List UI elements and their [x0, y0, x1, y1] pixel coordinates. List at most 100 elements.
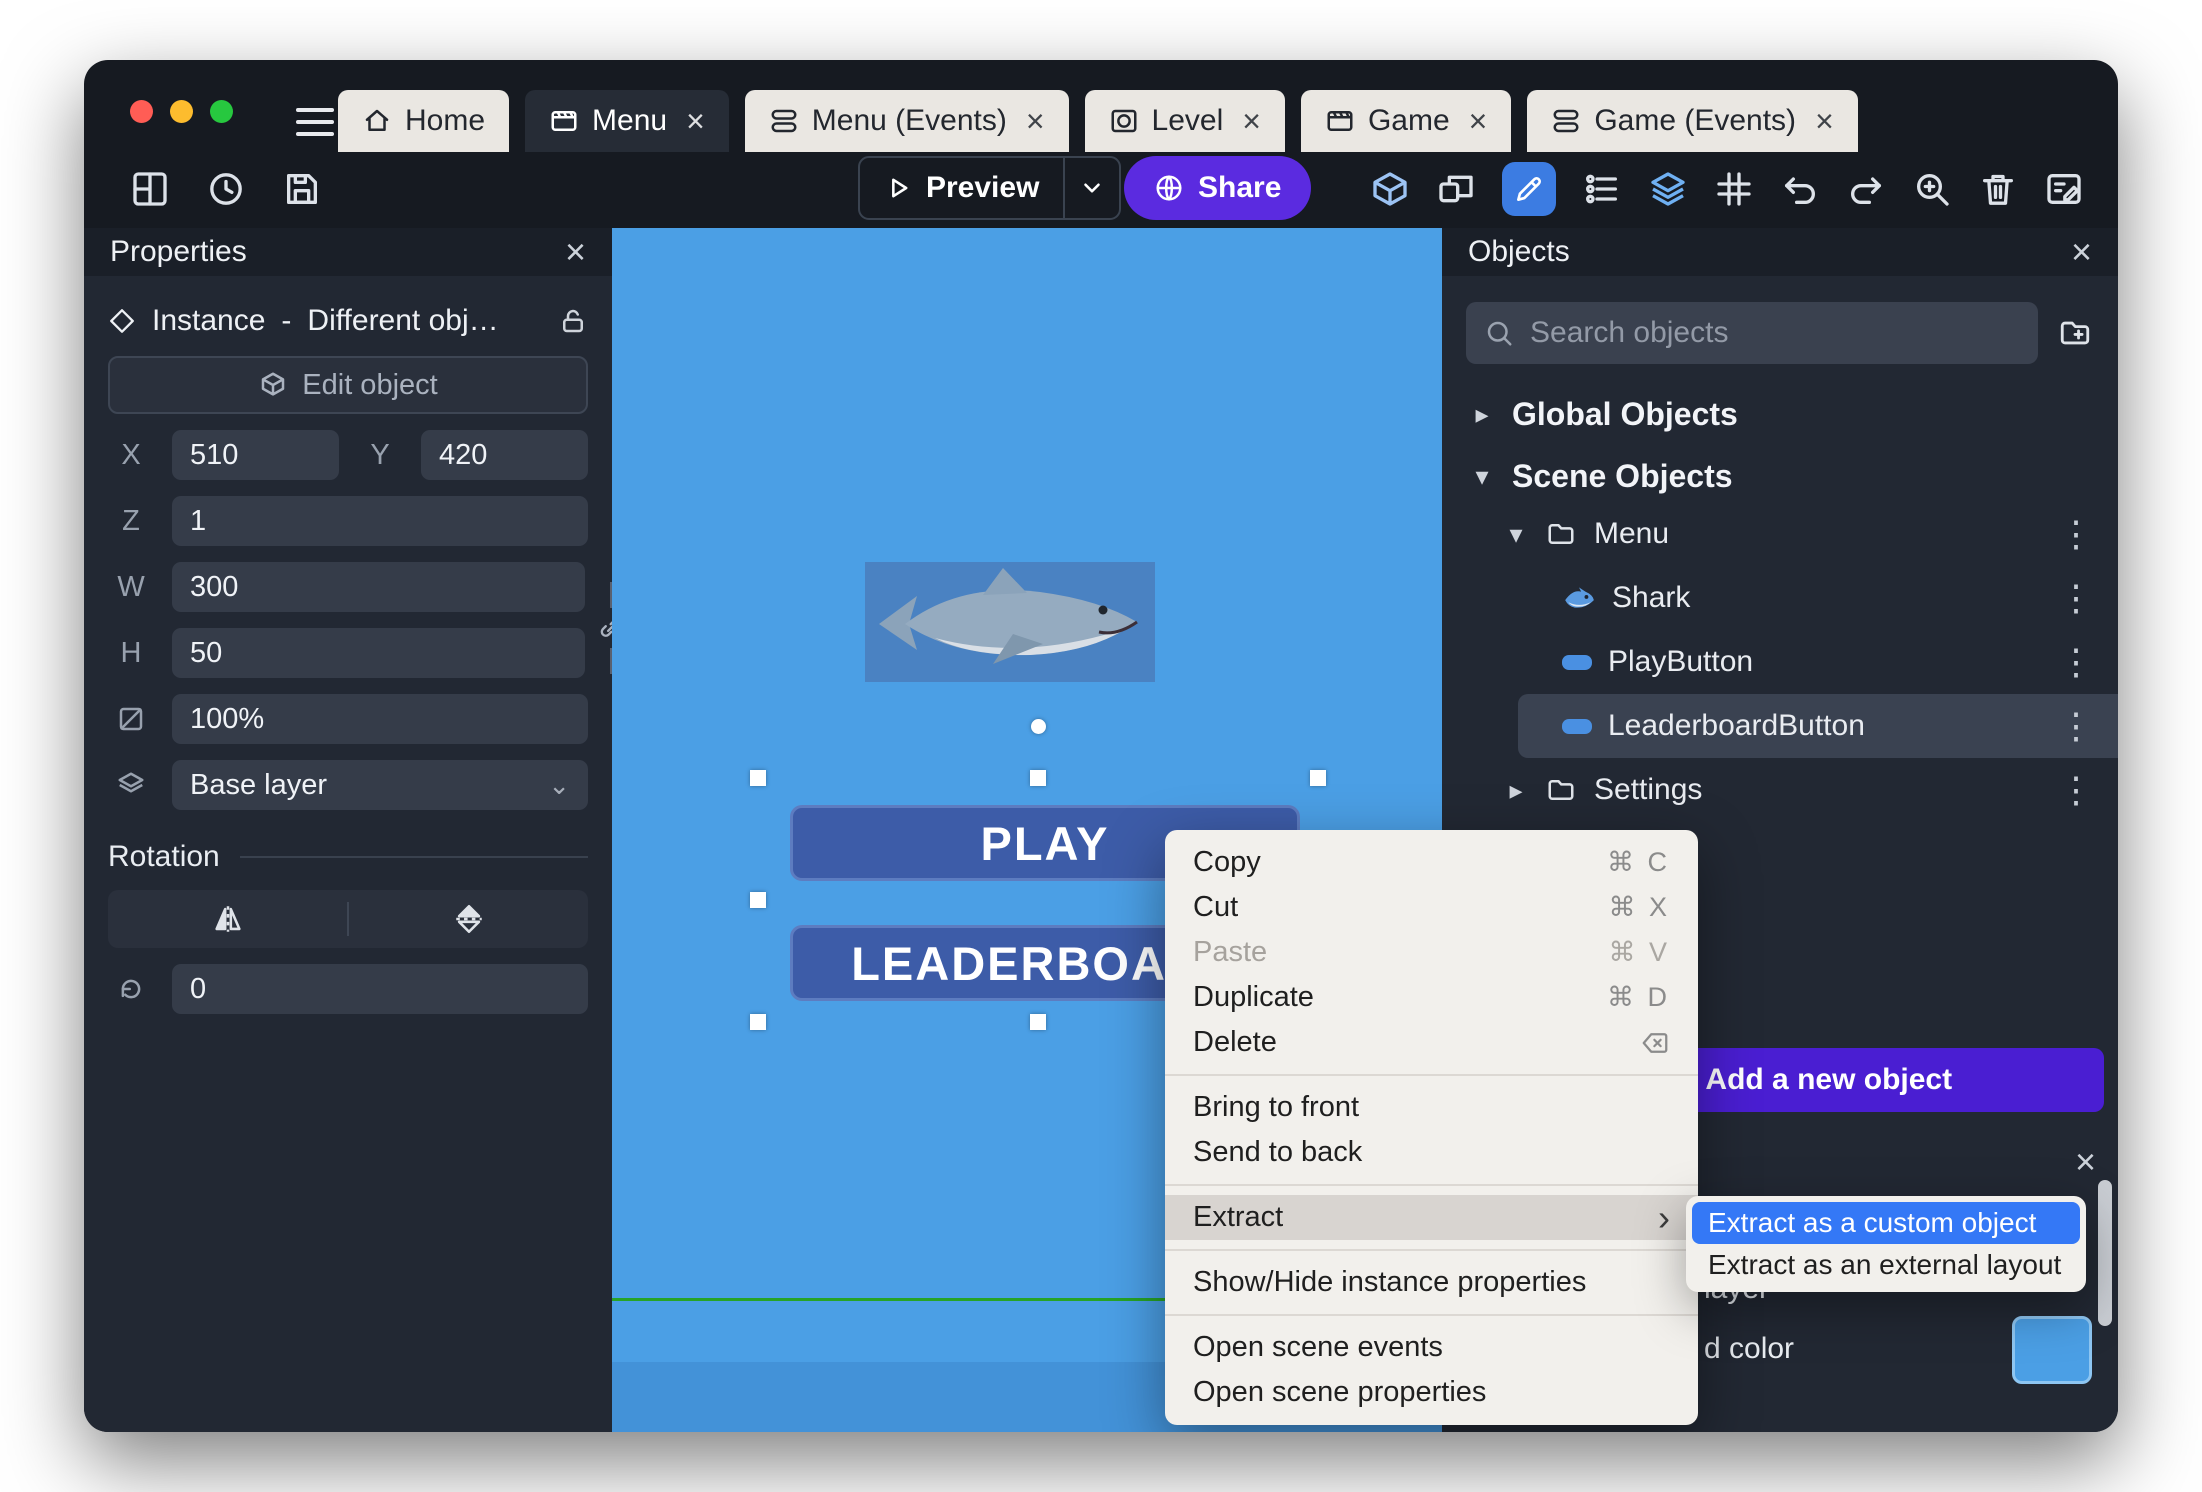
undo-icon[interactable]: [1780, 169, 1820, 209]
menu-item-copy[interactable]: Copy ⌘ C: [1165, 840, 1698, 885]
menu-item-label: Open scene events: [1193, 1331, 1443, 1363]
tree-row-shark[interactable]: Shark ⋮: [1442, 566, 2118, 630]
opacity-field[interactable]: [172, 694, 588, 744]
history-icon[interactable]: [206, 169, 246, 209]
selection-handle-w[interactable]: [750, 892, 766, 908]
close-window-button[interactable]: [130, 100, 153, 123]
events-icon: [771, 109, 797, 133]
menu-item-send-to-back[interactable]: Send to back: [1165, 1130, 1698, 1175]
tab-home[interactable]: Home: [338, 90, 510, 152]
tree-row-playbutton[interactable]: PlayButton ⋮: [1442, 630, 2118, 694]
selection-handle-ne[interactable]: [1310, 770, 1326, 786]
cube-3d-icon[interactable]: [1370, 169, 1410, 209]
menu-item-open-scene-properties[interactable]: Open scene properties: [1165, 1370, 1698, 1415]
close-icon[interactable]: ×: [2071, 234, 2092, 270]
zoom-icon[interactable]: [1912, 169, 1952, 209]
redo-icon[interactable]: [1846, 169, 1886, 209]
search-input[interactable]: [1530, 316, 2020, 350]
tree-row-menu-folder[interactable]: ▾ Menu ⋮: [1442, 502, 2118, 566]
tree-row-leaderboardbutton[interactable]: LeaderboardButton ⋮: [1442, 694, 2118, 758]
edit-properties-icon[interactable]: [2044, 169, 2084, 209]
menu-item-extract[interactable]: Extract ›: [1165, 1195, 1698, 1240]
submenu-item-extract-external-layout[interactable]: Extract as an external layout: [1692, 1244, 2080, 1286]
layer-select[interactable]: Base layer ⌄: [172, 760, 588, 810]
kebab-menu-icon[interactable]: ⋮: [2058, 513, 2094, 555]
objects-group-icon[interactable]: [1436, 169, 1476, 209]
menu-divider: [1165, 1249, 1698, 1251]
panels-layout-icon[interactable]: [130, 169, 170, 209]
main-menu-icon[interactable]: [296, 108, 334, 136]
tab-menu[interactable]: Menu ×: [525, 90, 729, 152]
menu-item-bring-to-front[interactable]: Bring to front: [1165, 1085, 1698, 1130]
tab-close-icon[interactable]: ×: [686, 105, 705, 137]
x-label: X: [121, 438, 141, 471]
menu-item-label: Cut: [1193, 891, 1239, 923]
objects-header: Objects ×: [1442, 228, 2118, 276]
edit-tool-button[interactable]: [1502, 162, 1556, 216]
zoom-window-button[interactable]: [210, 100, 233, 123]
titlebar: Home Menu × Menu (Events) × Level × Game…: [84, 60, 2118, 152]
edit-object-button[interactable]: Edit object: [108, 356, 588, 414]
kebab-menu-icon[interactable]: ⋮: [2058, 705, 2094, 747]
opacity-row: [108, 694, 588, 744]
menu-divider: [1165, 1074, 1698, 1076]
rotation-handle[interactable]: [1031, 719, 1046, 734]
z-field[interactable]: [172, 496, 588, 546]
selection-handle-sw[interactable]: [750, 1014, 766, 1030]
kebab-menu-icon[interactable]: ⋮: [2058, 577, 2094, 619]
background-color-swatch[interactable]: [2012, 1316, 2092, 1384]
tab-game[interactable]: Game ×: [1300, 90, 1512, 152]
trash-icon[interactable]: [1978, 169, 2018, 209]
close-icon[interactable]: ×: [2075, 1144, 2096, 1180]
menu-item-duplicate[interactable]: Duplicate ⌘ D: [1165, 975, 1698, 1020]
selection-handle-n[interactable]: [1030, 770, 1046, 786]
new-folder-icon[interactable]: [2056, 316, 2094, 350]
tab-close-icon[interactable]: ×: [1242, 105, 1261, 137]
objects-title: Objects: [1468, 235, 1570, 268]
tab-game-events[interactable]: Game (Events) ×: [1527, 90, 1858, 152]
menu-item-label: Extract: [1193, 1201, 1284, 1233]
tab-level[interactable]: Level ×: [1084, 90, 1285, 152]
x-field[interactable]: [172, 430, 339, 480]
angle-field[interactable]: [172, 964, 588, 1014]
shark-sprite[interactable]: [865, 562, 1155, 682]
scrollbar-thumb[interactable]: [2098, 1180, 2112, 1326]
height-field[interactable]: [172, 628, 585, 678]
menu-item-open-scene-events[interactable]: Open scene events: [1165, 1325, 1698, 1370]
tree-row-settings-folder[interactable]: ▸ Settings ⋮: [1442, 758, 2118, 822]
share-button[interactable]: Share: [1124, 156, 1312, 220]
submenu-item-extract-custom-object[interactable]: Extract as a custom object: [1692, 1202, 2080, 1244]
scene-objects-group[interactable]: ▾ Scene Objects: [1442, 450, 2118, 502]
minimize-window-button[interactable]: [170, 100, 193, 123]
grid-icon[interactable]: [1714, 169, 1754, 209]
position-row: X Y: [108, 430, 588, 480]
close-icon[interactable]: ×: [565, 234, 586, 270]
save-icon[interactable]: [282, 169, 322, 209]
menu-item-label: Send to back: [1193, 1136, 1363, 1168]
tab-close-icon[interactable]: ×: [1469, 105, 1488, 137]
kebab-menu-icon[interactable]: ⋮: [2058, 641, 2094, 683]
tab-close-icon[interactable]: ×: [1815, 105, 1834, 137]
flip-horizontal-button[interactable]: [108, 902, 347, 936]
menu-item-show-hide-instance-properties[interactable]: Show/Hide instance properties: [1165, 1260, 1698, 1305]
preview-dropdown-button[interactable]: [1065, 158, 1119, 218]
selection-handle-nw[interactable]: [750, 770, 766, 786]
menu-item-shortcut: ⌘ D: [1607, 982, 1670, 1012]
global-objects-group[interactable]: ▸ Global Objects: [1442, 388, 2118, 440]
selection-handle-s[interactable]: [1030, 1014, 1046, 1030]
flip-vertical-button[interactable]: [349, 902, 588, 936]
tab-menu-events[interactable]: Menu (Events) ×: [744, 90, 1069, 152]
kebab-menu-icon[interactable]: ⋮: [2058, 769, 2094, 811]
y-field[interactable]: [421, 430, 588, 480]
menu-item-cut[interactable]: Cut ⌘ X: [1165, 885, 1698, 930]
rotate-icon: [108, 974, 154, 1004]
width-field[interactable]: [172, 562, 585, 612]
instances-list-icon[interactable]: [1582, 169, 1622, 209]
tab-close-icon[interactable]: ×: [1026, 105, 1045, 137]
layers-icon[interactable]: [1648, 169, 1688, 209]
submenu-item-label: Extract as a custom object: [1708, 1207, 2037, 1238]
tab-label: Level: [1151, 104, 1224, 137]
lock-icon[interactable]: [558, 306, 588, 336]
preview-button[interactable]: Preview: [860, 158, 1063, 218]
menu-item-delete[interactable]: Delete: [1165, 1020, 1698, 1065]
